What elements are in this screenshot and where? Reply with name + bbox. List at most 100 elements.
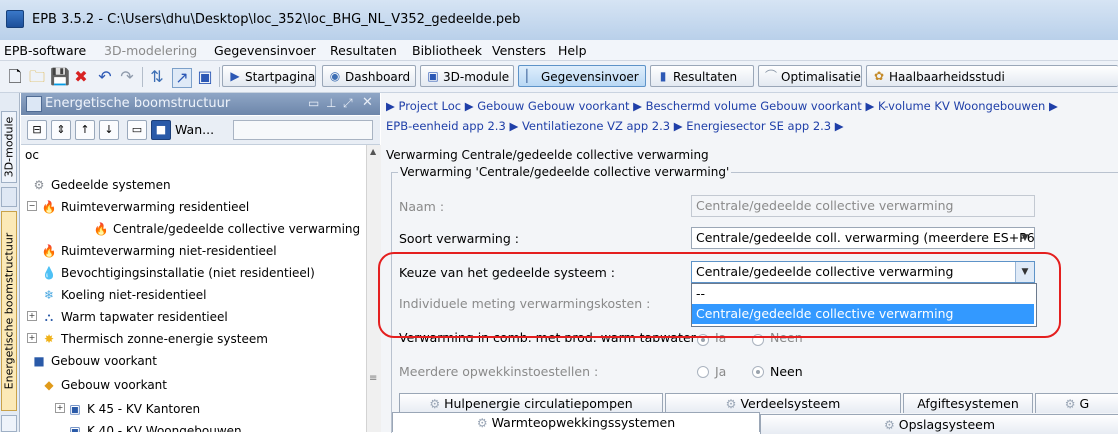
maximize-icon[interactable]: ⤢ xyxy=(343,96,353,111)
group-title: Verwarming 'Centrale/gedeelde collective… xyxy=(398,165,732,179)
toolbar-separator xyxy=(142,67,143,87)
move-up-icon[interactable]: ↑ xyxy=(75,120,95,140)
tree-item[interactable]: ⚙ Gedeelde systemen xyxy=(31,175,171,195)
tree-item-label: Centrale/gedeelde collective verwarming xyxy=(113,222,361,236)
tab-label: Afgiftesystemen xyxy=(917,396,1019,411)
gegevensinvoer-button[interactable]: ▏ Gegevensinvoer xyxy=(518,65,646,87)
tab-label: Hulpenergie circulatiepompen xyxy=(444,396,633,411)
tree-item[interactable]: ⛬ Warm tapwater residentieel xyxy=(41,307,228,327)
menu-3d-modelering[interactable]: 3D-modelering xyxy=(104,43,197,58)
tree-item[interactable]: ▣ K 45 - KV Kantoren xyxy=(67,399,200,419)
tab-hulpenergie-circulatiepompen[interactable]: ⚙ Hulpenergie circulatiepompen xyxy=(399,393,663,413)
breadcrumb-gebouw[interactable]: Gebouw Gebouw voorkant xyxy=(477,99,629,113)
water-drop-icon: 💧 xyxy=(41,266,57,280)
tab-g[interactable]: ⚙ G xyxy=(1035,393,1118,413)
tab-3d-module[interactable]: 3D-module xyxy=(1,111,17,183)
gegevensinvoer-label: Gegevensinvoer xyxy=(541,70,639,84)
bar-chart-icon: ▮ xyxy=(659,69,667,83)
scroll-grip-icon[interactable]: ≡ xyxy=(369,373,377,384)
dashboard-label: Dashboard xyxy=(345,70,411,84)
tree-item-label: Ruimteverwarming residentieel xyxy=(61,200,250,214)
app-icon xyxy=(6,10,24,28)
tab-label: Verdeelsysteem xyxy=(740,396,841,411)
tree-item[interactable]: 💧 Bevochtigingsinstallatie (niet resident… xyxy=(41,263,315,283)
gear-icon: ⚙ xyxy=(429,397,441,411)
dashboard-button[interactable]: ◉ Dashboard xyxy=(322,65,416,87)
tree-item[interactable]: 🔥 Ruimteverwarming niet-residentieel xyxy=(41,241,277,261)
tree-item[interactable]: ▣ K 40 - KV Woongebouwen xyxy=(67,421,241,432)
k-volume-icon: ▣ xyxy=(69,402,81,416)
menu-vensters[interactable]: Vensters xyxy=(492,43,546,58)
collapse-all-icon[interactable]: ⊟ xyxy=(27,120,47,140)
k-volume-icon: ▣ xyxy=(69,424,81,432)
menu-bibliotheek[interactable]: Bibliotheek xyxy=(412,43,482,58)
resultaten-button[interactable]: ▮ Resultaten xyxy=(650,65,754,87)
gear-icon: ⚙ xyxy=(476,416,488,430)
breadcrumb-beschermd-volume[interactable]: Beschermd volume Gebouw voorkant xyxy=(646,99,862,113)
tree-item[interactable]: ❄ Koeling niet-residentieel xyxy=(41,285,206,305)
tree-item[interactable]: ✸ Thermisch zonne-energie systeem xyxy=(41,329,268,349)
tab-opslagsysteem[interactable]: ⚙ Opslagsysteem xyxy=(760,414,1118,434)
save-icon[interactable]: 💾 xyxy=(50,68,70,86)
cube-icon[interactable]: ■ xyxy=(151,120,171,140)
close-panel-icon[interactable]: ✕ xyxy=(362,95,373,110)
highlight-annotation xyxy=(378,252,1061,338)
haalbaarheidsstudie-button[interactable]: ✿ Haalbaarheidsstudi xyxy=(866,65,1118,87)
soort-verwarming-value: Centrale/gedeelde coll. verwarming (meer… xyxy=(696,230,1035,245)
tree-item[interactable]: oc xyxy=(25,145,39,165)
select-tool-icon[interactable]: ↗ xyxy=(172,68,192,88)
tab-afgiftesystemen[interactable]: Afgiftesystemen xyxy=(903,393,1033,413)
tree-item-label: Warm tapwater residentieel xyxy=(61,310,228,324)
expand-toggle-icon[interactable]: + xyxy=(27,311,37,321)
meerdere-neen-radio[interactable] xyxy=(752,366,764,378)
refresh-icon[interactable]: ⇅ xyxy=(148,68,166,86)
side-tab-strip: 3D-module Energetische boomstructuur xyxy=(0,93,20,432)
tab-verdeelsysteem[interactable]: ⚙ Verdeelsysteem xyxy=(665,393,901,413)
gear-icon: ⚙ xyxy=(884,418,895,432)
tab-warmteopwekkingssystemen[interactable]: ⚙ Warmteopwekkingssystemen xyxy=(392,412,760,432)
flame-icon: 🔥 xyxy=(93,222,109,236)
breadcrumb-ventilatiezone[interactable]: Ventilatiezone VZ app 2.3 xyxy=(522,119,670,133)
redo-icon[interactable]: ↷ xyxy=(118,68,136,86)
collapse-toggle-icon[interactable]: − xyxy=(27,201,37,211)
panel-icon[interactable] xyxy=(1,187,17,207)
expand-toggle-icon[interactable]: + xyxy=(55,403,65,413)
tree-item[interactable]: 🔥 Ruimteverwarming residentieel xyxy=(41,197,250,217)
breadcrumb-project[interactable]: Project Loc xyxy=(399,99,462,113)
breadcrumb-epb-eenheid[interactable]: EPB-eenheid app 2.3 xyxy=(386,119,506,133)
tree-search-text[interactable]: Wan... xyxy=(175,122,214,137)
optimalisatie-button[interactable]: ⌒ Optimalisatie xyxy=(758,65,862,87)
3d-module-button[interactable]: ▣ 3D-module xyxy=(420,65,514,87)
tree-item-label: Gebouw voorkant xyxy=(51,354,157,368)
menu-gegevensinvoer[interactable]: Gegevensinvoer xyxy=(214,43,316,58)
expand-toggle-icon[interactable]: + xyxy=(27,333,37,343)
tree-item-label: Ruimteverwarming niet-residentieel xyxy=(61,244,277,258)
restore-icon[interactable]: ▭ xyxy=(308,96,319,110)
pin-icon[interactable]: ⊥ xyxy=(326,96,336,110)
scroll-up-icon[interactable]: ▲ xyxy=(370,147,376,156)
meerdere-ja-radio[interactable] xyxy=(697,366,709,378)
move-down-icon[interactable]: ↓ xyxy=(99,120,119,140)
tree-item[interactable]: ■ Gebouw voorkant xyxy=(31,351,157,371)
close-icon[interactable]: ✖ xyxy=(72,68,90,86)
naam-field[interactable]: Centrale/gedeelde collective verwarming xyxy=(691,195,1035,217)
panel-icon-bottom[interactable] xyxy=(1,415,17,432)
expand-icon[interactable]: ⇕ xyxy=(51,120,71,140)
breadcrumb-k-volume[interactable]: K-volume KV Woongebouwen xyxy=(878,99,1045,113)
undo-icon[interactable]: ↶ xyxy=(96,68,114,86)
tree-item[interactable]: 🔥 Centrale/gedeelde collective verwarming xyxy=(93,219,361,239)
chevron-down-icon[interactable]: ▼ xyxy=(1016,228,1034,248)
menu-help[interactable]: Help xyxy=(558,43,587,58)
tree-item[interactable]: ◆ Gebouw voorkant xyxy=(41,375,167,395)
tree-search-input[interactable] xyxy=(233,120,373,140)
startpagina-button[interactable]: ▶ Startpagina xyxy=(222,65,316,87)
breadcrumb-energiesector[interactable]: Energiesector SE app 2.3 xyxy=(686,119,831,133)
soort-verwarming-select[interactable]: Centrale/gedeelde coll. verwarming (meer… xyxy=(691,227,1035,249)
open-folder-icon[interactable]: 🗀 xyxy=(28,68,46,86)
menu-epb-software[interactable]: EPB-software xyxy=(4,43,86,58)
filter-icon[interactable]: ▭ xyxy=(127,120,147,140)
new-file-icon[interactable]: 🗋 xyxy=(6,68,24,86)
tab-energetische-boomstructuur[interactable]: Energetische boomstructuur xyxy=(1,211,17,411)
menu-resultaten[interactable]: Resultaten xyxy=(330,43,397,58)
window-icon[interactable]: ▣ xyxy=(196,68,214,86)
